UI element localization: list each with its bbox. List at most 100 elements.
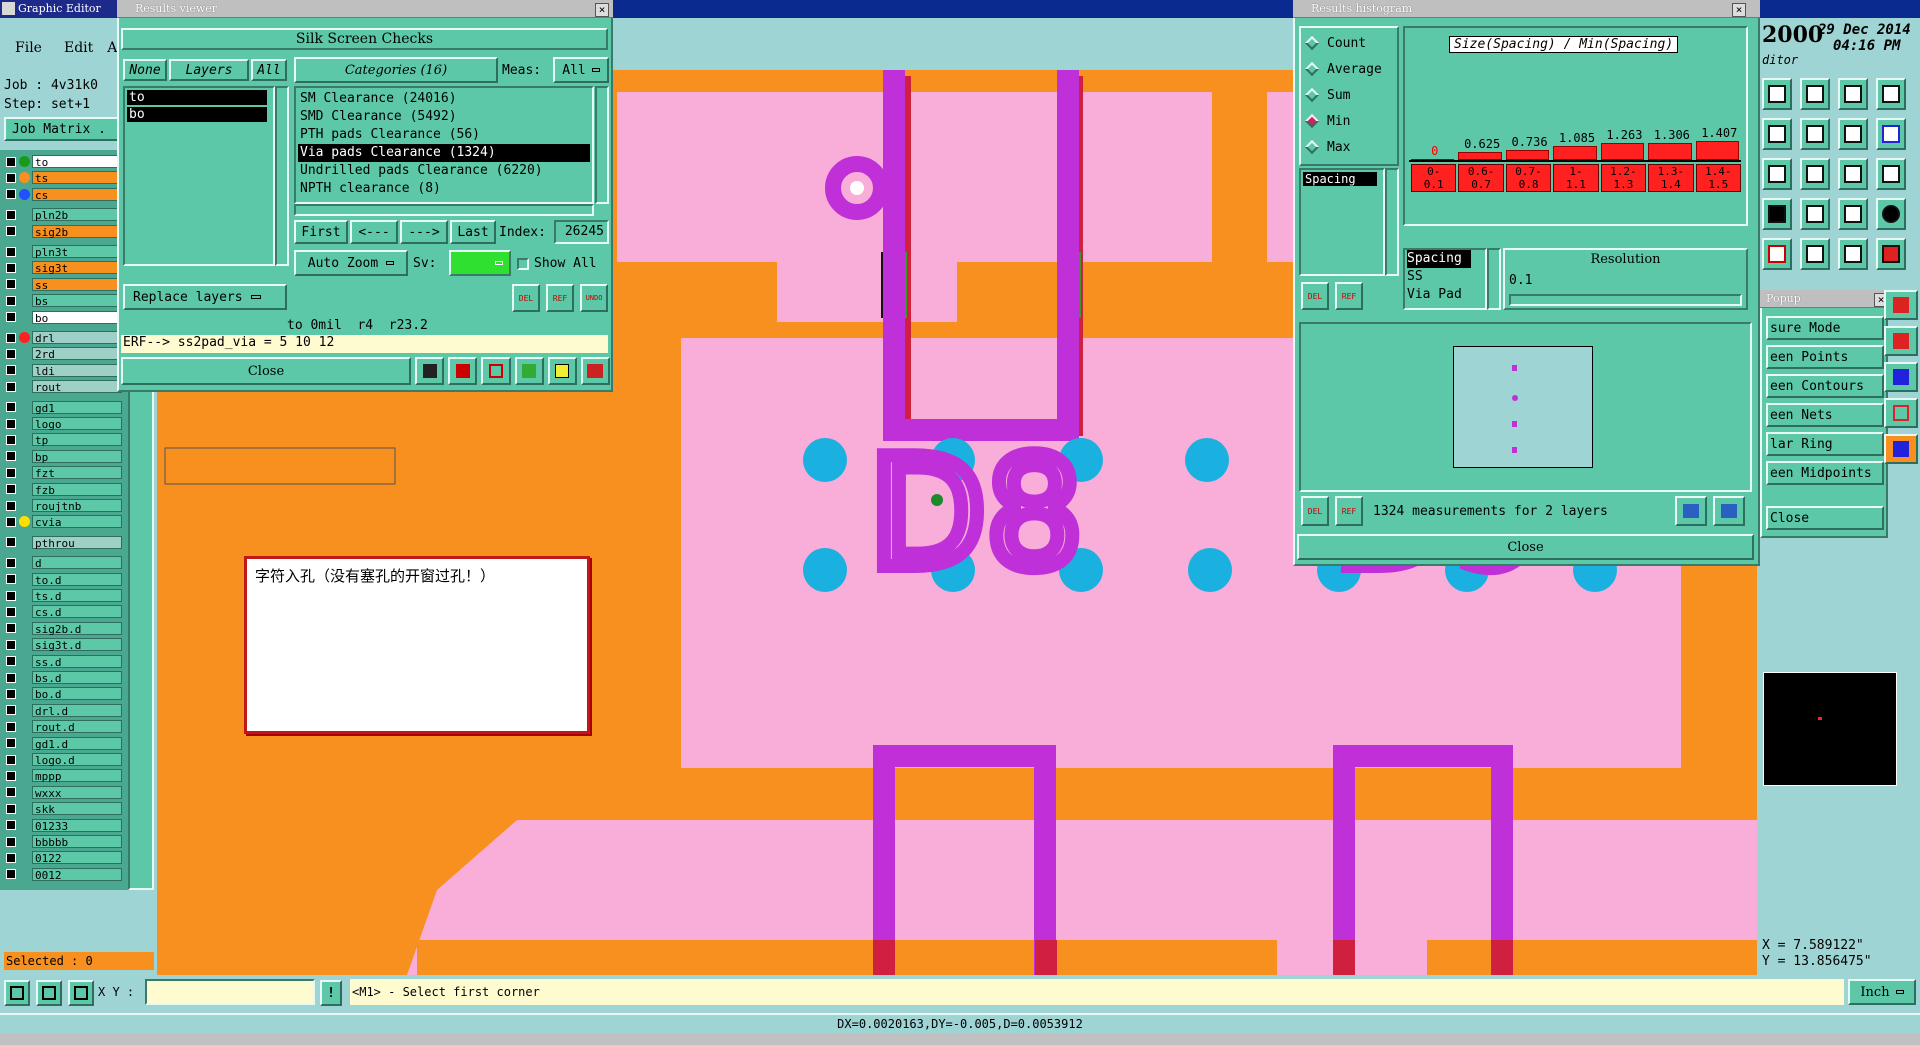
layer-checkbox[interactable] [6, 738, 16, 749]
toolbar-tool-icon[interactable] [1800, 158, 1830, 190]
hist-del-button[interactable]: DEL [1301, 282, 1329, 310]
ref-button[interactable]: REF [546, 284, 574, 312]
minimap[interactable] [1763, 672, 1897, 786]
rv-close-button[interactable]: Close [121, 357, 411, 385]
results-viewer-titlebar[interactable]: Results viewer [117, 0, 613, 18]
layer-checkbox[interactable] [6, 656, 16, 667]
layer-checkbox[interactable] [6, 574, 16, 585]
popup-item[interactable]: sure Mode [1766, 316, 1884, 340]
layer-row[interactable]: drl.d [6, 703, 122, 718]
layer-row[interactable]: bp [6, 449, 122, 464]
layer-checkbox[interactable] [6, 172, 16, 183]
layer-checkbox[interactable] [6, 418, 16, 429]
grid-tool-icon[interactable] [68, 980, 94, 1006]
rv-layer-item[interactable]: bo [127, 107, 267, 122]
histogram-bar[interactable] [1458, 151, 1502, 160]
layer-row[interactable]: 2rd [6, 346, 122, 361]
spacing-list-item[interactable]: Spacing [1303, 172, 1377, 186]
meas-select[interactable]: All [553, 57, 609, 83]
histogram-bar[interactable] [1695, 141, 1739, 160]
layer-row[interactable]: cvia [6, 514, 122, 529]
layer-row[interactable]: ts [6, 170, 122, 185]
number-tool-icon[interactable] [514, 357, 544, 385]
layer-checkbox[interactable] [6, 209, 16, 220]
next-button[interactable]: ---> [400, 220, 448, 244]
xy-input[interactable] [145, 979, 315, 1005]
layer-checkbox[interactable] [6, 156, 16, 167]
toolbar-tool-icon[interactable] [1876, 158, 1906, 190]
bin-info-scrollbar[interactable] [1487, 248, 1501, 310]
layer-checkbox[interactable] [6, 402, 16, 413]
toolbar-tool-icon[interactable] [1800, 78, 1830, 110]
layer-row[interactable]: 01233 [6, 818, 122, 833]
layer-row[interactable]: sig3t.d [6, 637, 122, 652]
rv-layer-item[interactable]: to [127, 90, 267, 105]
layer-checkbox[interactable] [6, 820, 16, 831]
layer-checkbox[interactable] [6, 688, 16, 699]
contour-icon[interactable] [1884, 362, 1918, 392]
stat-radio[interactable]: Average [1301, 56, 1397, 82]
resolution-slider[interactable] [1509, 294, 1742, 306]
popup-item[interactable]: een Contours [1766, 374, 1884, 398]
layer-checkbox[interactable] [6, 836, 16, 847]
layer-checkbox[interactable] [6, 332, 16, 343]
layer-row[interactable]: bs.d [6, 670, 122, 685]
layer-checkbox[interactable] [6, 295, 16, 306]
popup-item[interactable]: een Nets [1766, 403, 1884, 427]
layer-row[interactable]: gd1.d [6, 736, 122, 751]
select-tool-icon[interactable] [4, 980, 30, 1006]
layer-checkbox[interactable] [6, 557, 16, 568]
toolbar-tool-icon[interactable] [1838, 238, 1868, 270]
category-item[interactable]: PTH pads Clearance (56) [298, 126, 590, 144]
layer-checkbox[interactable] [6, 590, 16, 601]
category-hscrollbar[interactable] [294, 204, 594, 216]
toolbar-tool-icon[interactable] [1800, 198, 1830, 230]
category-item[interactable]: SMD Clearance (5492) [298, 108, 590, 126]
layer-checkbox[interactable] [6, 537, 16, 548]
layer-row[interactable]: bbbbb [6, 834, 122, 849]
prev-button[interactable]: <--- [350, 220, 398, 244]
toolbar-tool-icon[interactable] [1800, 238, 1830, 270]
layer-checkbox[interactable] [6, 262, 16, 273]
layer-row[interactable]: ss.d [6, 654, 122, 669]
hist-del2-button[interactable]: DEL [1301, 496, 1329, 526]
undo-button[interactable]: UNDO [580, 284, 608, 312]
popup-item[interactable]: een Points [1766, 345, 1884, 369]
close-icon[interactable]: × [595, 3, 609, 17]
layer-checkbox[interactable] [6, 500, 16, 511]
histogram-bar[interactable] [1600, 143, 1645, 160]
last-button[interactable]: Last [450, 220, 496, 244]
layer-row[interactable]: sig2b.d [6, 621, 122, 636]
layer-checkbox[interactable] [6, 639, 16, 650]
show-all-checkbox[interactable]: Show All [517, 256, 597, 271]
stat-radio[interactable]: Sum [1301, 82, 1397, 108]
menu-edit[interactable]: Edit [64, 40, 93, 56]
layer-checkbox[interactable] [6, 467, 16, 478]
layer-row[interactable]: tp [6, 432, 122, 447]
layer-row[interactable]: mppp [6, 768, 122, 783]
layer-checkbox[interactable] [6, 348, 16, 359]
layer-row[interactable]: bo.d [6, 686, 122, 701]
index-field[interactable]: 26245 [554, 220, 609, 244]
layer-row[interactable]: rout.d [6, 719, 122, 734]
rv-layer-scrollbar[interactable] [275, 86, 289, 266]
snap-tool-icon[interactable] [36, 980, 62, 1006]
stat-radio[interactable]: Max [1301, 134, 1397, 160]
category-item[interactable]: Via pads Clearance (1324) [298, 144, 590, 162]
histogram-bar[interactable] [1505, 150, 1550, 160]
layer-row[interactable]: bo [6, 310, 122, 325]
layer-row[interactable]: ts.d [6, 588, 122, 603]
layer-row[interactable]: cs.d [6, 604, 122, 619]
net-icon[interactable] [1884, 398, 1918, 428]
layer-checkbox[interactable] [6, 623, 16, 634]
layer-row[interactable]: 0122 [6, 850, 122, 865]
stat-radio[interactable]: Count [1301, 30, 1397, 56]
hist-close-button[interactable]: Close [1297, 534, 1754, 560]
layer-checkbox[interactable] [6, 365, 16, 376]
stop-tool-icon[interactable] [448, 357, 478, 385]
info-icon[interactable]: ! [320, 980, 342, 1006]
layer-row[interactable]: rout [6, 379, 122, 394]
layer-row[interactable]: wxxx [6, 785, 122, 800]
toolbar-tool-icon[interactable] [1876, 198, 1906, 230]
layer-checkbox[interactable] [6, 606, 16, 617]
